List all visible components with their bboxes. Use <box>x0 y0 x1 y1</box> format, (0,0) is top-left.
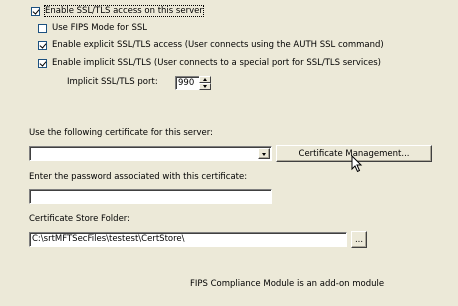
enable-ssl-label: Enable SSL/TLS access on this server <box>44 5 204 17</box>
password-label: Enter the password associated with this … <box>29 172 248 182</box>
certificate-label: Use the following certificate for this s… <box>29 128 213 138</box>
password-input[interactable] <box>29 189 272 204</box>
arrow-up-icon <box>203 78 207 81</box>
explicit-ssl-label: Enable explicit SSL/TLS access (User con… <box>52 40 384 50</box>
browse-folder-button[interactable]: ... <box>351 231 367 248</box>
implicit-port-input[interactable]: 990 <box>175 76 201 90</box>
mouse-cursor-icon <box>351 155 363 173</box>
certificate-dropdown-button[interactable] <box>258 148 270 159</box>
explicit-ssl-checkbox[interactable] <box>38 40 47 50</box>
implicit-ssl-label: Enable implicit SSL/TLS (User connects t… <box>52 58 381 68</box>
implicit-port-label: Implicit SSL/TLS port: <box>67 77 158 87</box>
certificate-label-row: Use the following certificate for this s… <box>29 128 213 138</box>
fips-note-row: FIPS Compliance Module is an add-on modu… <box>190 279 384 289</box>
fips-mode-label: Use FIPS Mode for SSL <box>52 23 147 33</box>
enable-ssl-checkbox[interactable] <box>31 6 40 16</box>
cert-store-input[interactable]: C:\srtMFTSecFiles\testest\CertStore\ <box>29 232 347 247</box>
explicit-ssl-checkbox-row[interactable]: Enable explicit SSL/TLS access (User con… <box>38 40 384 50</box>
enable-ssl-checkbox-row[interactable]: Enable SSL/TLS access on this server <box>31 5 204 17</box>
cert-store-label: Certificate Store Folder: <box>29 214 131 224</box>
spin-down-button[interactable] <box>199 83 211 90</box>
spin-up-button[interactable] <box>199 76 211 83</box>
password-label-row: Enter the password associated with this … <box>29 172 247 182</box>
arrow-down-icon <box>203 85 207 88</box>
certificate-select[interactable] <box>29 146 272 161</box>
fips-note: FIPS Compliance Module is an add-on modu… <box>190 279 385 289</box>
ssl-settings-panel: Enable SSL/TLS access on this server Use… <box>0 0 458 306</box>
chevron-down-icon <box>262 153 266 156</box>
implicit-port-row: Implicit SSL/TLS port: <box>67 77 158 87</box>
implicit-port-spinner[interactable] <box>199 76 211 90</box>
implicit-ssl-checkbox[interactable] <box>38 58 47 68</box>
implicit-ssl-checkbox-row[interactable]: Enable implicit SSL/TLS (User connects t… <box>38 58 381 68</box>
fips-mode-checkbox[interactable] <box>38 23 47 33</box>
cert-store-label-row: Certificate Store Folder: <box>29 214 130 224</box>
fips-mode-checkbox-row[interactable]: Use FIPS Mode for SSL <box>38 23 147 33</box>
